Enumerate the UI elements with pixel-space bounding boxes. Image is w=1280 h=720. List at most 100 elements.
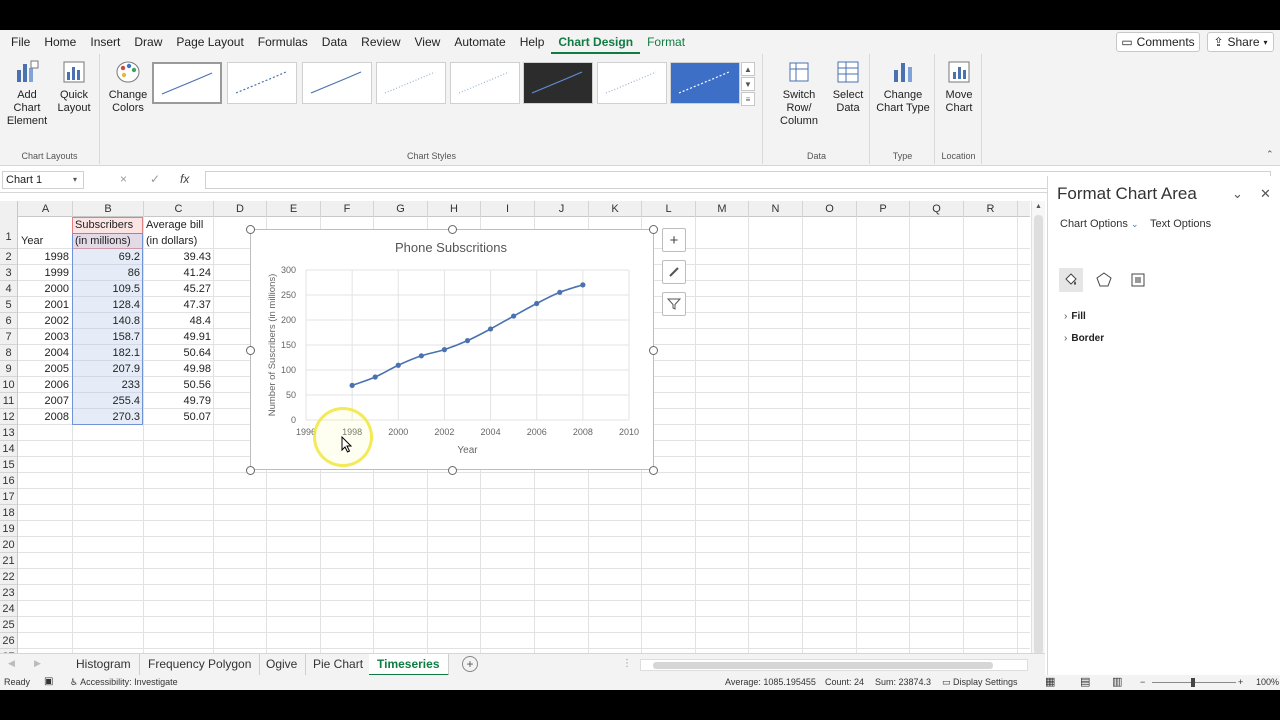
resize-handle-right[interactable]: [649, 346, 658, 355]
resize-handle-bottom-right[interactable]: [649, 466, 658, 475]
display-settings-button[interactable]: ▭ Display Settings: [942, 677, 1018, 688]
row-header-9[interactable]: 9: [0, 361, 18, 377]
cell-a9[interactable]: 2005: [19, 361, 72, 377]
fill-line-tab[interactable]: [1059, 268, 1083, 292]
row-header-12[interactable]: 12: [0, 409, 18, 425]
column-header-f[interactable]: F: [321, 201, 374, 217]
row-header-7[interactable]: 7: [0, 329, 18, 345]
insert-function-icon[interactable]: fx: [180, 172, 189, 186]
column-header-d[interactable]: D: [214, 201, 267, 217]
row-header-2[interactable]: 2: [0, 249, 18, 265]
cell-b8[interactable]: 182.1: [73, 345, 143, 361]
column-header-o[interactable]: O: [803, 201, 857, 217]
fill-section[interactable]: › Fill: [1064, 311, 1086, 322]
column-header-g[interactable]: G: [374, 201, 428, 217]
cell-c3[interactable]: 41.24: [144, 265, 214, 281]
add-sheet-button[interactable]: +: [462, 656, 478, 672]
tab-home[interactable]: Home: [37, 30, 83, 54]
chart-area[interactable]: 0 50 100 150 200 250 300 1996 1998 2000 2002 2004 20…: [250, 229, 654, 470]
row-header-13[interactable]: 13: [0, 425, 18, 441]
tab-view[interactable]: View: [408, 30, 448, 54]
cell-c5[interactable]: 47.37: [144, 297, 214, 313]
row-header-18[interactable]: 18: [0, 505, 18, 521]
cell-c10[interactable]: 50.56: [144, 377, 214, 393]
cell-b10[interactable]: 233: [73, 377, 143, 393]
resize-handle-bottom[interactable]: [448, 466, 457, 475]
cell-b11[interactable]: 255.4: [73, 393, 143, 409]
chart-style-6[interactable]: [523, 62, 593, 104]
quick-layout-button[interactable]: Quick Layout: [52, 58, 96, 115]
cell-c9[interactable]: 49.98: [144, 361, 214, 377]
vertical-scroll-thumb[interactable]: [1034, 215, 1043, 655]
column-header-e[interactable]: E: [267, 201, 321, 217]
effects-tab[interactable]: [1092, 268, 1116, 292]
cell-a5[interactable]: 2001: [19, 297, 72, 313]
zoom-in-icon[interactable]: +: [1238, 677, 1243, 687]
styles-more-button[interactable]: ≡: [741, 92, 755, 106]
share-button[interactable]: ⇪ Share ▾: [1207, 32, 1274, 52]
cell-b12[interactable]: 270.3: [73, 409, 143, 425]
cell-a10[interactable]: 2006: [19, 377, 72, 393]
tab-page-layout[interactable]: Page Layout: [169, 30, 250, 54]
split-handle-icon[interactable]: ⋮: [622, 658, 632, 669]
styles-scroll-up-button[interactable]: ▲: [741, 62, 755, 76]
cell-c2[interactable]: 39.43: [144, 249, 214, 265]
cell-c6[interactable]: 48.4: [144, 313, 214, 329]
row-header-21[interactable]: 21: [0, 553, 18, 569]
chart-elements-button[interactable]: +: [662, 228, 686, 252]
enter-icon[interactable]: ✓: [150, 172, 160, 186]
status-average[interactable]: Average: 1085.195455: [725, 677, 816, 687]
cancel-icon[interactable]: ×: [120, 172, 127, 186]
zoom-out-icon[interactable]: −: [1140, 677, 1145, 687]
column-header-r[interactable]: R: [964, 201, 1018, 217]
size-properties-tab[interactable]: [1126, 268, 1150, 292]
cell-a2[interactable]: 1998: [19, 249, 72, 265]
cell-c12[interactable]: 50.07: [144, 409, 214, 425]
row-header-26[interactable]: 26: [0, 633, 18, 649]
column-header-a[interactable]: A: [19, 201, 73, 217]
resize-handle-top[interactable]: [448, 225, 457, 234]
resize-handle-top-right[interactable]: [649, 225, 658, 234]
status-count[interactable]: Count: 24: [825, 677, 864, 687]
scroll-up-icon[interactable]: ▲: [1035, 203, 1042, 210]
chart-style-3[interactable]: [302, 62, 372, 104]
close-icon[interactable]: ✕: [1260, 186, 1271, 202]
border-section[interactable]: › Border: [1064, 333, 1104, 344]
select-data-button[interactable]: Select Data: [828, 58, 868, 115]
change-chart-type-button[interactable]: Change Chart Type: [875, 58, 931, 115]
cell-c4[interactable]: 45.27: [144, 281, 214, 297]
styles-scroll-down-button[interactable]: ▼: [741, 77, 755, 91]
tab-chart-design[interactable]: Chart Design: [551, 30, 641, 54]
select-all-corner[interactable]: [0, 201, 18, 217]
add-chart-element-button[interactable]: Add Chart Element: [3, 58, 51, 128]
cell-a3[interactable]: 1999: [19, 265, 72, 281]
column-header-i[interactable]: I: [481, 201, 535, 217]
resize-handle-top-left[interactable]: [246, 225, 255, 234]
row-header-6[interactable]: 6: [0, 313, 18, 329]
column-header-b[interactable]: B: [73, 201, 144, 217]
cell-a1[interactable]: Year: [19, 233, 72, 249]
cell-c7[interactable]: 49.91: [144, 329, 214, 345]
row-header-17[interactable]: 17: [0, 489, 18, 505]
cell-b4[interactable]: 109.5: [73, 281, 143, 297]
tab-file[interactable]: File: [4, 30, 37, 54]
chart-style-8[interactable]: [670, 62, 740, 104]
cell-b6[interactable]: 140.8: [73, 313, 143, 329]
chart-filters-button[interactable]: [662, 292, 686, 316]
row-header-10[interactable]: 10: [0, 377, 18, 393]
page-layout-view-icon[interactable]: ▤: [1080, 675, 1090, 688]
sheet-next-icon[interactable]: ▶: [34, 658, 41, 669]
text-options-tab[interactable]: Text Options: [1150, 218, 1211, 230]
row-header-24[interactable]: 24: [0, 601, 18, 617]
sheet-tab-timeseries[interactable]: Timeseries: [369, 654, 449, 676]
column-header-q[interactable]: Q: [910, 201, 964, 217]
tab-format[interactable]: Format: [640, 30, 692, 54]
cell-c11[interactable]: 49.79: [144, 393, 214, 409]
cell-b2[interactable]: 69.2: [73, 249, 143, 265]
macro-record-icon[interactable]: ▣: [44, 676, 53, 687]
chevron-down-icon[interactable]: ⌄: [1232, 186, 1243, 202]
cell-a12[interactable]: 2008: [19, 409, 72, 425]
chart-options-tab[interactable]: Chart Options ⌄: [1060, 218, 1138, 230]
row-header-5[interactable]: 5: [0, 297, 18, 313]
tab-formulas[interactable]: Formulas: [251, 30, 315, 54]
